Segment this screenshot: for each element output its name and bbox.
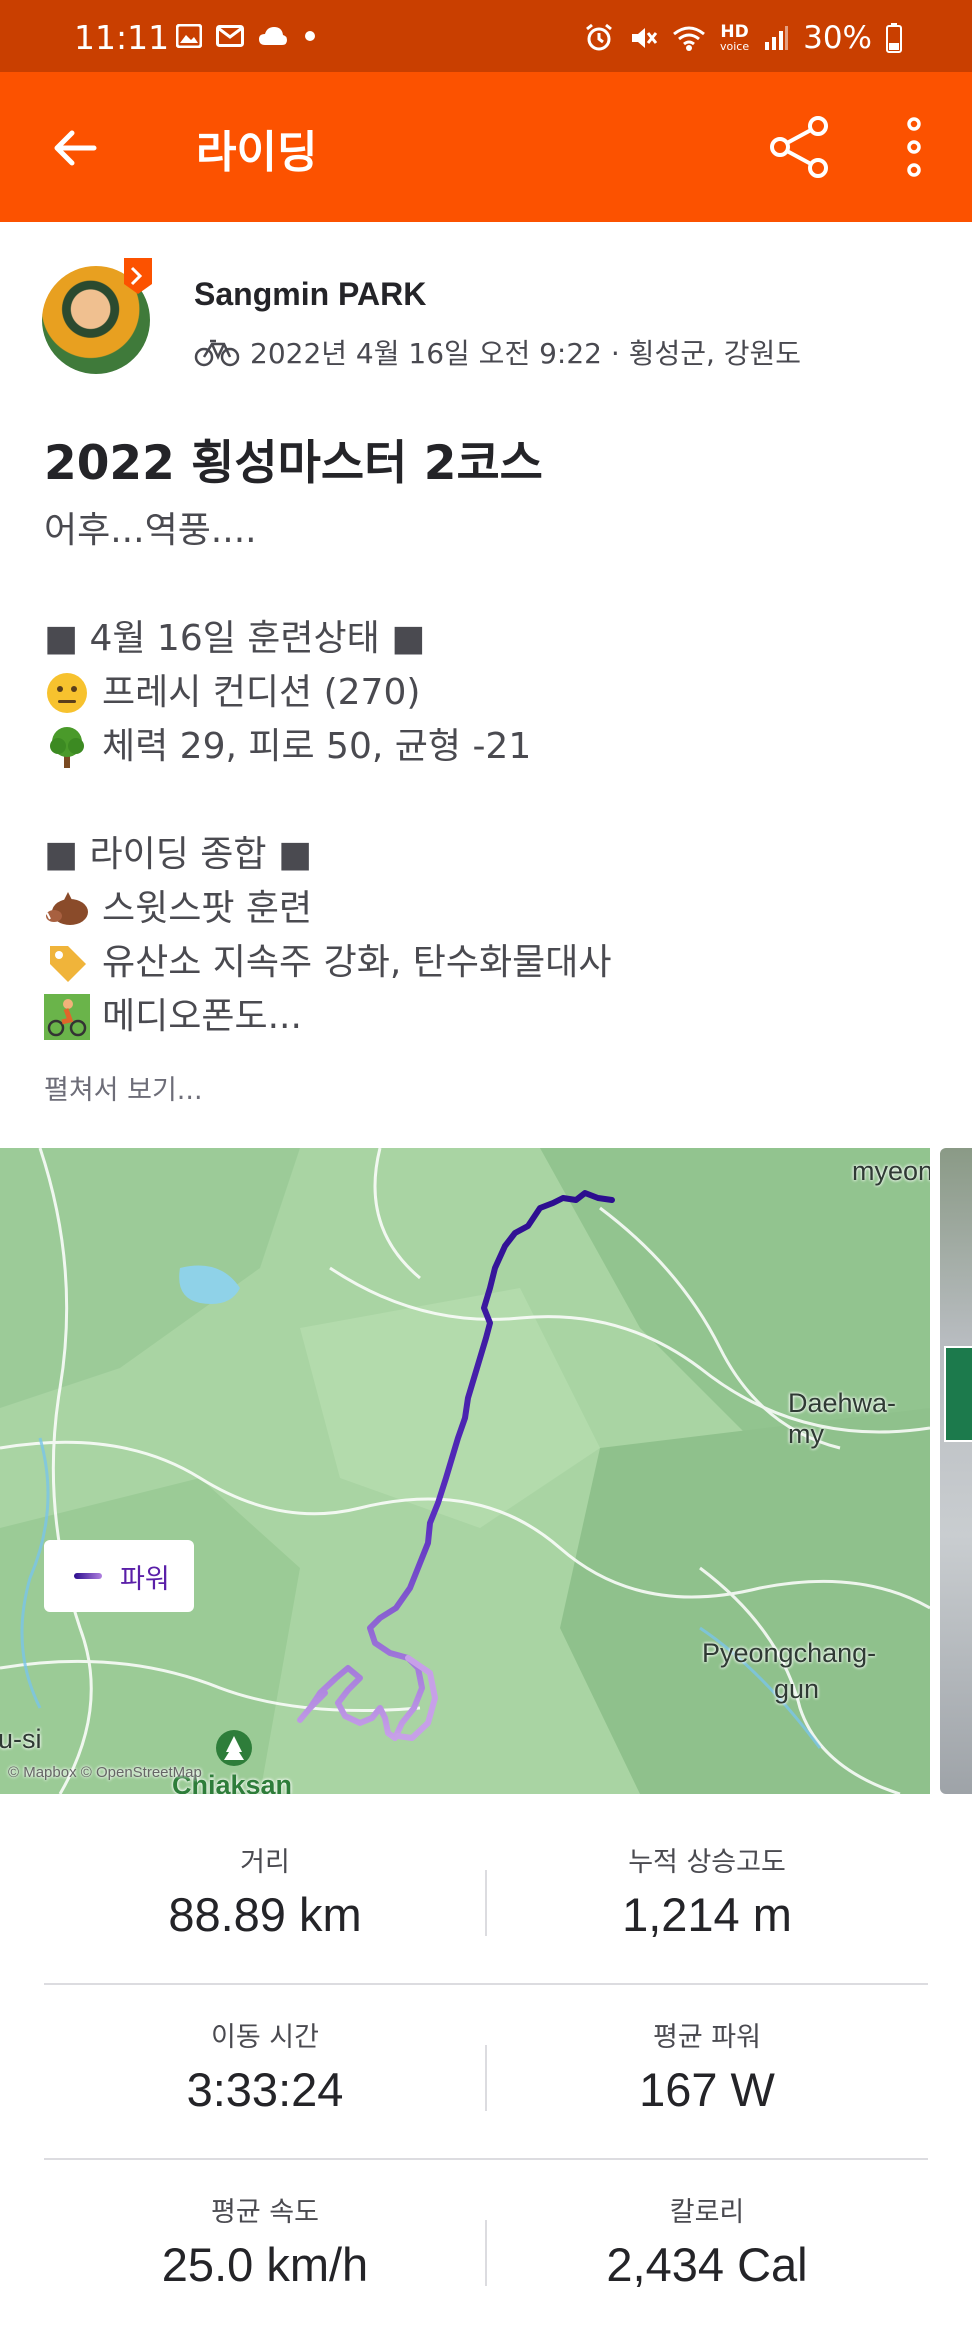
label-tag-icon	[50, 946, 86, 982]
stat-value: 167 W	[639, 2063, 775, 2116]
athlete-name[interactable]: Sangmin PARK	[194, 276, 426, 313]
description-text: 유산소 지속주 강화, 탄수화물대사	[102, 942, 612, 983]
battery-percent: 30%	[803, 20, 872, 56]
stat-avg-speed: 평균 속도 25.0 km/h	[44, 2160, 486, 2292]
arrow-left-icon[interactable]	[48, 120, 104, 176]
map-label: gun	[774, 1674, 820, 1704]
description-line: ■ 라이딩 종합 ■	[44, 834, 312, 875]
stat-distance: 거리 88.89 km	[44, 1810, 486, 1942]
neutral-face-icon	[47, 673, 87, 713]
description-line: 스윗스팟 훈련	[44, 882, 611, 936]
stat-value: 88.89 km	[168, 1888, 362, 1941]
stat-label: 거리	[240, 1847, 290, 1878]
description-line: 메디오폰도...	[44, 990, 611, 1044]
expand-description-link[interactable]: 펼쳐서 보기...	[44, 1068, 203, 1107]
hd-voice-icon: HD voice	[719, 22, 750, 53]
stat-label: 평균 속도	[211, 2197, 319, 2228]
gallery-icon	[176, 24, 202, 48]
description-line: 어후...역풍....	[44, 510, 257, 551]
cloud-icon	[259, 27, 287, 45]
stat-calories: 칼로리 2,434 Cal	[486, 2160, 928, 2292]
description-text: 프레시 컨디션 (270)	[102, 672, 421, 713]
stat-row: 이동 시간 3:33:24 평균 파워 167 W	[44, 1985, 928, 2160]
stat-moving-time: 이동 시간 3:33:24	[44, 1985, 486, 2117]
page-title: 라이딩	[196, 127, 318, 178]
stat-value: 2,434 Cal	[606, 2238, 808, 2291]
description-text: 메디오폰도...	[102, 996, 302, 1037]
description-line: 프레시 컨디션 (270)	[44, 666, 611, 720]
activity-meta: 2022년 4월 16일 오전 9:22 · 횡성군, 강원도	[194, 332, 801, 372]
stat-elevation-gain: 누적 상승고도 1,214 m	[486, 1810, 928, 1942]
route-map[interactable]: myeon Daehwa-my Pyeongchang- gun u-si Ch…	[0, 1148, 930, 1794]
wifi-icon	[673, 26, 705, 51]
bicycle-icon	[194, 339, 240, 367]
legend-label: 파워	[120, 1563, 170, 1595]
activity-meta-text: 2022년 4월 16일 오전 9:22 · 횡성군, 강원도	[250, 337, 802, 370]
share-icon[interactable]	[766, 114, 832, 180]
dot-icon	[305, 31, 315, 41]
stat-value: 25.0 km/h	[161, 2238, 369, 2291]
status-time: 11:11	[74, 18, 170, 57]
description-line: 체력 29, 피로 50, 균형 -21	[44, 720, 611, 774]
mute-icon	[631, 28, 658, 48]
mountain-biker-icon	[44, 994, 90, 1040]
map-attribution[interactable]: © Mapbox © OpenStreetMap	[8, 1764, 202, 1781]
description-line: 유산소 지속주 강화, 탄수화물대사	[44, 936, 611, 990]
activity-description: 어후...역풍.... ■ 4월 16일 훈련상태 ■ 프레시 컨디션 (270…	[44, 504, 611, 1044]
status-bar: 11:11 HD voice 30%	[0, 0, 972, 72]
subscriber-badge-icon	[124, 258, 152, 294]
status-left-icons	[176, 24, 318, 48]
stat-row: 평균 속도 25.0 km/h 칼로리 2,434 Cal	[44, 2160, 928, 2335]
stat-value: 3:33:24	[186, 2063, 344, 2116]
stat-label: 칼로리	[669, 2197, 745, 2228]
stat-label: 이동 시간	[211, 2022, 319, 2053]
description-line: ■ 4월 16일 훈련상태 ■	[44, 618, 426, 659]
hd-sub-label: voice	[719, 40, 750, 53]
status-right-icons: HD voice 30%	[584, 20, 902, 56]
mail-icon	[216, 25, 244, 47]
map-legend: 파워	[44, 1540, 194, 1612]
boar-icon	[46, 892, 88, 925]
stat-value: 1,214 m	[622, 1888, 792, 1941]
description-text: 체력 29, 피로 50, 균형 -21	[102, 726, 532, 767]
stat-row: 거리 88.89 km 누적 상승고도 1,214 m	[44, 1810, 928, 1985]
legend-swatch	[74, 1573, 102, 1579]
stat-label: 누적 상승고도	[628, 1847, 786, 1878]
map-label: Daehwa-my	[788, 1388, 897, 1449]
activity-title: 2022 횡성마스터 2코스	[44, 436, 543, 491]
map-label: Pyeongchang-	[702, 1638, 877, 1668]
stat-avg-power: 평균 파워 167 W	[486, 1985, 928, 2117]
map-label: u-si	[0, 1724, 42, 1754]
signal-icon	[765, 26, 789, 50]
more-vertical-icon[interactable]	[896, 114, 932, 180]
stat-label: 평균 파워	[653, 2022, 761, 2053]
map-label: myeon	[852, 1156, 930, 1186]
stats-grid: 거리 88.89 km 누적 상승고도 1,214 m 이동 시간 3:33:2…	[44, 1810, 928, 2335]
tree-icon	[50, 727, 84, 768]
road-sign-image	[944, 1346, 972, 1442]
description-text: 스윗스팟 훈련	[102, 888, 313, 929]
battery-icon	[886, 23, 902, 53]
alarm-icon	[586, 23, 612, 51]
app-bar: 라이딩	[0, 72, 972, 222]
hd-label: HD	[720, 22, 749, 42]
photo-thumbnail[interactable]	[940, 1148, 972, 1794]
